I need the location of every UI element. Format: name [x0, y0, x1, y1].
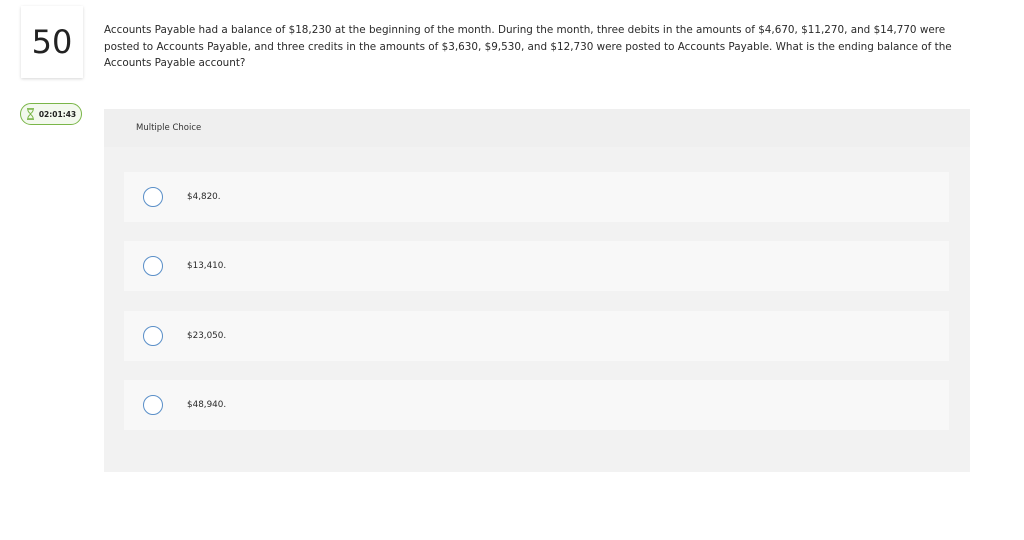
question-number: 50: [31, 23, 73, 61]
choice-label: $13,410.: [187, 261, 227, 271]
radio-icon[interactable]: [143, 395, 163, 415]
question-number-box: 50: [21, 6, 83, 78]
choice-option-1[interactable]: $4,820.: [124, 172, 949, 222]
quiz-page: 50 02:01:43 Accounts Payable had a balan…: [0, 0, 1024, 540]
radio-icon[interactable]: [143, 187, 163, 207]
radio-icon[interactable]: [143, 326, 163, 346]
radio-icon[interactable]: [143, 256, 163, 276]
hourglass-icon: [26, 108, 34, 120]
choice-option-2[interactable]: $13,410.: [124, 241, 949, 291]
choice-option-4[interactable]: $48,940.: [124, 380, 949, 430]
timer-badge[interactable]: 02:01:43: [20, 103, 82, 125]
timer-text: 02:01:43: [38, 109, 77, 119]
choice-option-3[interactable]: $23,050.: [124, 311, 949, 361]
choice-label: $48,940.: [187, 400, 227, 410]
multiple-choice-header: Multiple Choice: [104, 109, 970, 147]
question-text: Accounts Payable had a balance of $18,23…: [104, 24, 952, 69]
choice-label: $23,050.: [187, 331, 227, 341]
multiple-choice-panel: Multiple Choice $4,820. $13,410. $23,050…: [104, 109, 970, 472]
choice-label: $4,820.: [187, 192, 221, 202]
